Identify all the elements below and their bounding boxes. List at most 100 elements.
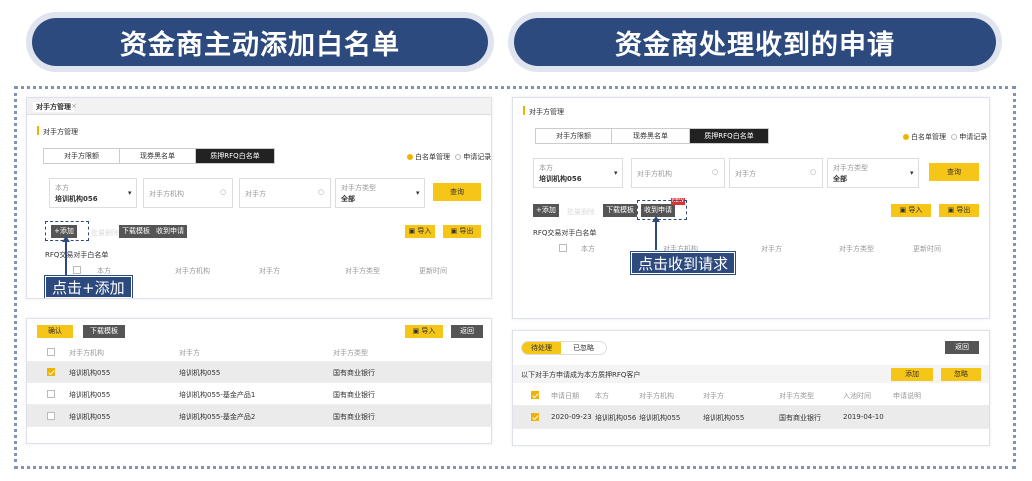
list-title: RFQ交易对手白名单 <box>533 229 597 237</box>
self-value: 培训机构056 <box>55 195 98 203</box>
row-checkbox[interactable] <box>47 390 55 398</box>
cp-input[interactable]: 对手方 ○ <box>239 178 331 208</box>
template-button[interactable]: 下载模板 <box>603 204 637 217</box>
arrow-up-icon <box>62 236 70 242</box>
cell-type: 国有商业银行 <box>333 413 375 421</box>
table-header: 对手方机构 对手方 对手方类型 <box>27 343 491 361</box>
cell-cp: 培训机构055 <box>179 369 221 377</box>
cell-type: 国有商业银行 <box>333 391 375 399</box>
close-icon[interactable]: × <box>71 102 77 110</box>
ignore-button[interactable]: 忽略 <box>941 368 981 381</box>
batch-delete-button[interactable]: 批量删除 <box>567 207 595 217</box>
panel-add-dialog: 确认 下载模板 ▣ 导入 返回 对手方机构 对手方 对手方类型 培训机构055 … <box>26 318 492 444</box>
search-icon: ○ <box>220 188 227 196</box>
select-all-checkbox[interactable] <box>47 348 55 356</box>
add-button[interactable]: +添加 <box>533 204 559 217</box>
section-marker <box>37 126 39 135</box>
select-all-checkbox[interactable] <box>73 266 81 274</box>
tab-blacklist[interactable]: 现券黑名单 <box>612 129 690 143</box>
cp-org-input[interactable]: 对手方机构 ○ <box>631 158 725 188</box>
col-cp: 对手方 <box>703 392 724 400</box>
chevron-down-icon: ▾ <box>128 189 132 197</box>
row-checkbox[interactable] <box>47 368 55 376</box>
template-button[interactable]: 下载模板 <box>83 325 125 338</box>
tab-limit[interactable]: 对手方限额 <box>44 149 120 163</box>
radio-whitelist-icon[interactable] <box>407 154 413 160</box>
export-button[interactable]: ▣ 导出 <box>939 204 979 217</box>
tab-rfq-whitelist[interactable]: 质押RFQ白名单 <box>690 129 768 143</box>
pointer-line <box>65 241 67 275</box>
add-button[interactable]: 添加 <box>891 368 933 381</box>
confirm-button[interactable]: 确认 <box>37 325 73 338</box>
tab-limit[interactable]: 对手方限额 <box>536 129 612 143</box>
import-label: 导入 <box>421 327 436 335</box>
tab-rfq-whitelist[interactable]: 质押RFQ白名单 <box>196 149 274 163</box>
radio-records-icon[interactable] <box>455 154 462 160</box>
query-button[interactable]: 查询 <box>433 183 481 201</box>
slide: 资金商主动添加白名单 资金商处理收到的申请 对手方管理 × 对手方管理 对手方限… <box>0 0 1032 481</box>
col-self: 本方 <box>595 392 609 400</box>
col-cp: 对手方 <box>259 267 280 275</box>
query-button[interactable]: 查询 <box>929 163 979 181</box>
arrow-up-icon <box>652 216 660 222</box>
back-button[interactable]: 返回 <box>451 325 483 338</box>
import-button[interactable]: ▣ 导入 <box>405 225 435 238</box>
cp-type-select[interactable]: 对手方类型 全部 ▾ <box>335 178 425 208</box>
col-type: 对手方类型 <box>345 267 380 275</box>
cell-type: 国有商业银行 <box>333 369 375 377</box>
import-button[interactable]: ▣ 导入 <box>891 204 931 217</box>
cp-org-placeholder: 对手方机构 <box>149 190 184 198</box>
window-tabbar: 对手方管理 × <box>27 98 491 115</box>
cp-type-select[interactable]: 对手方类型 全部 ▾ <box>827 158 919 188</box>
import-button[interactable]: ▣ 导入 <box>405 325 443 338</box>
cell-self: 培训机构056 <box>595 414 637 422</box>
batch-delete-button[interactable]: 批量删除 <box>91 228 119 238</box>
status-tabs: 待处理 已忽略 <box>521 341 607 355</box>
table-row[interactable]: 培训机构055 培训机构055-基金产品1 国有商业银行 <box>27 383 491 405</box>
radio-whitelist-label: 白名单管理 <box>415 153 450 161</box>
table-row[interactable]: 2020-09-23 培训机构056 培训机构055 培训机构055 国有商业银… <box>513 405 989 429</box>
cell-org: 培训机构055 <box>639 414 681 422</box>
tab-bar: 对手方限额 现券黑名单 质押RFQ白名单 <box>535 128 769 144</box>
window-tab[interactable]: 对手方管理 <box>33 102 74 112</box>
cell-org: 培训机构055 <box>69 413 111 421</box>
select-all-checkbox[interactable] <box>531 391 539 399</box>
table-header: 本方 对手方机构 对手方 对手方类型 更新时间 <box>513 240 989 257</box>
panel-received: 对手方管理 对手方限额 现券黑名单 质押RFQ白名单 白名单管理 申请记录 本方… <box>512 97 990 319</box>
table-row[interactable]: 培训机构055 培训机构055-基金产品2 国有商业银行 <box>27 405 491 427</box>
cp-placeholder: 对手方 <box>735 170 756 178</box>
export-button[interactable]: ▣ 导出 <box>443 225 481 238</box>
title-left: 资金商主动添加白名单 <box>32 18 488 66</box>
self-select[interactable]: 本方 培训机构056 ▾ <box>533 158 623 188</box>
col-note: 申请说明 <box>893 392 921 400</box>
col-type: 对手方类型 <box>779 392 814 400</box>
radio-whitelist-icon[interactable] <box>903 134 909 140</box>
template-button[interactable]: 下载模板 <box>119 225 153 238</box>
cp-placeholder: 对手方 <box>245 190 266 198</box>
section-title: 对手方管理 <box>43 128 78 136</box>
cp-input[interactable]: 对手方 ○ <box>729 158 823 188</box>
col-type: 对手方类型 <box>333 349 368 357</box>
cp-org-input[interactable]: 对手方机构 ○ <box>143 178 233 208</box>
row-checkbox[interactable] <box>47 412 55 420</box>
row-checkbox[interactable] <box>531 413 539 421</box>
search-icon: ○ <box>810 168 817 176</box>
cell-org: 培训机构055 <box>69 391 111 399</box>
back-button[interactable]: 返回 <box>945 341 979 354</box>
cp-type-value: 全部 <box>341 195 355 203</box>
col-org: 对手方机构 <box>639 392 674 400</box>
tab-pending[interactable]: 待处理 <box>522 342 561 354</box>
tab-blacklist[interactable]: 现券黑名单 <box>120 149 196 163</box>
tab-bar: 对手方限额 现券黑名单 质押RFQ白名单 <box>43 148 275 164</box>
import-label: 导入 <box>417 227 432 235</box>
callout-received: 点击收到请求 <box>631 252 736 274</box>
received-button[interactable]: 收到申请 <box>153 225 187 238</box>
callout-add: 点击+添加 <box>45 276 132 298</box>
tab-ignored[interactable]: 已忽略 <box>561 342 606 354</box>
table-row[interactable]: 培训机构055 培训机构055 国有商业银行 <box>27 361 491 383</box>
col-date: 申请日期 <box>551 392 579 400</box>
radio-records-icon[interactable] <box>951 134 958 140</box>
select-all-checkbox[interactable] <box>559 244 567 252</box>
col-cp: 对手方 <box>761 245 782 253</box>
self-select[interactable]: 本方 培训机构056 ▾ <box>49 178 137 208</box>
